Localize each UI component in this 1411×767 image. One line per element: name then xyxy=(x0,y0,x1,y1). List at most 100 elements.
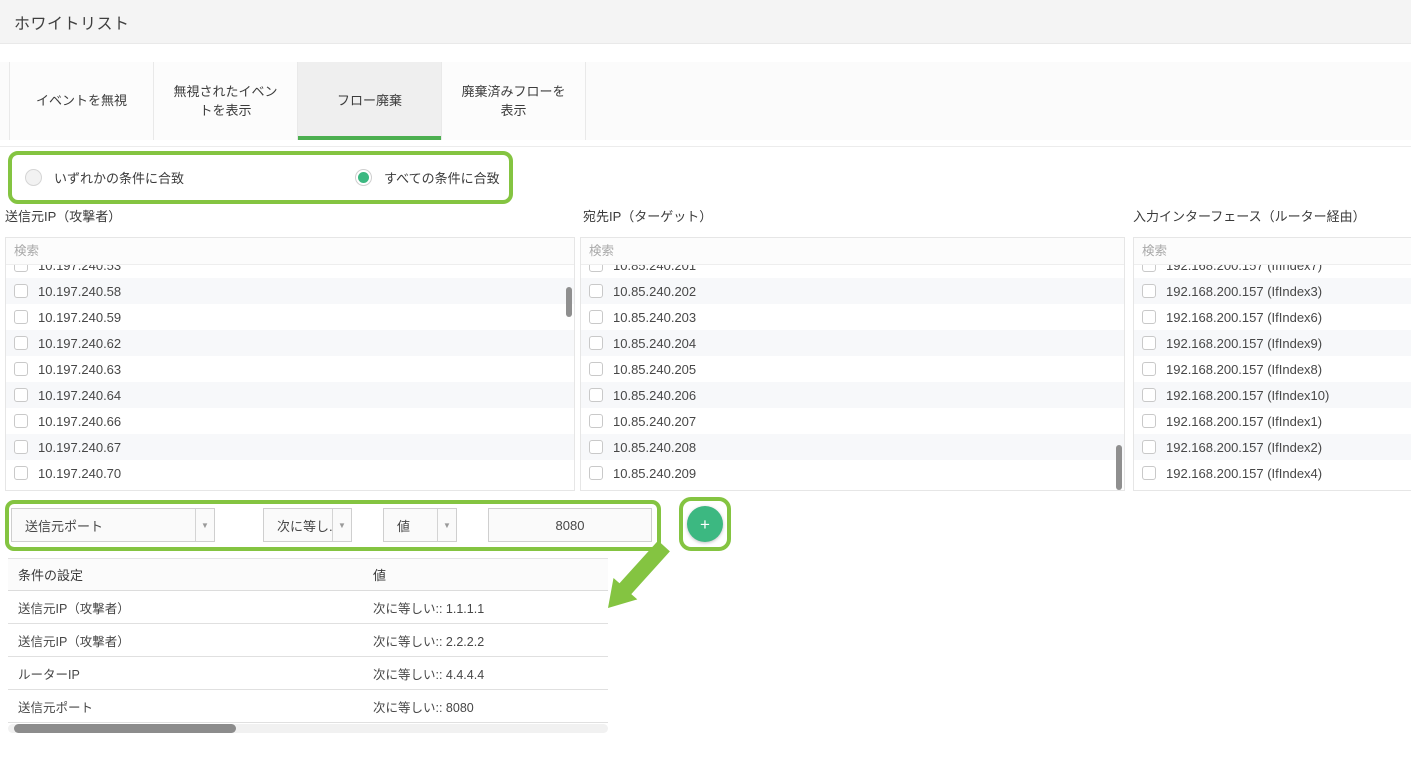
tab-show-ignored-events[interactable]: 無視されたイベントを表示 xyxy=(154,62,298,140)
select-caret-box[interactable]: ▼ xyxy=(437,509,456,541)
search-row xyxy=(1134,238,1411,265)
condition-field-select[interactable]: 送信元ポート ▼ xyxy=(11,508,215,542)
radio-match-any[interactable]: いずれかの条件に合致 xyxy=(25,168,184,187)
search-row xyxy=(6,238,574,265)
checkbox[interactable] xyxy=(14,466,28,480)
checkbox[interactable] xyxy=(589,362,603,376)
checkbox[interactable] xyxy=(589,310,603,324)
list-item[interactable]: 10.85.240.202 xyxy=(581,278,1124,304)
checkbox[interactable] xyxy=(589,336,603,350)
search-input[interactable] xyxy=(581,238,1124,264)
list-item[interactable]: 10.85.240.207 xyxy=(581,408,1124,434)
list-viewport[interactable]: 10.197.240.5310.197.240.5810.197.240.591… xyxy=(6,265,574,490)
plus-icon: + xyxy=(700,516,710,533)
table-row: 送信元IP（攻撃者）次に等しい:: 1.1.1.1 xyxy=(8,591,608,624)
list-item[interactable]: 10.85.240.205 xyxy=(581,356,1124,382)
list-item[interactable]: 10.85.240.204 xyxy=(581,330,1124,356)
list-item[interactable]: 10.197.240.67 xyxy=(6,434,574,460)
select-caret-box[interactable]: ▼ xyxy=(332,509,351,541)
condition-value-input[interactable] xyxy=(488,508,652,542)
checkbox[interactable] xyxy=(1142,362,1156,376)
table-row: 送信元ポート次に等しい:: 8080 xyxy=(8,690,608,723)
tab-ignore-event[interactable]: イベントを無視 xyxy=(10,62,154,140)
checkbox[interactable] xyxy=(589,466,603,480)
tab-show-discarded-flows[interactable]: 廃棄済みフローを表示 xyxy=(442,62,586,140)
chevron-down-icon: ▼ xyxy=(338,521,346,530)
list-item[interactable]: 10.197.240.58 xyxy=(6,278,574,304)
list-viewport[interactable]: 10.85.240.20110.85.240.20210.85.240.203 1… xyxy=(581,265,1124,490)
checkbox[interactable] xyxy=(1142,310,1156,324)
list-item-label: 10.197.240.70 xyxy=(38,466,121,481)
list-item[interactable]: 192.168.200.157 (IfIndex3) xyxy=(1134,278,1411,304)
list-item[interactable]: 192.168.200.157 (IfIndex1) xyxy=(1134,408,1411,434)
checkbox[interactable] xyxy=(1142,388,1156,402)
header-criteria: 条件の設定 xyxy=(8,565,373,584)
row-criteria: ルーターIP xyxy=(8,664,373,683)
list-item[interactable]: 10.197.240.53 xyxy=(6,265,574,278)
list-item[interactable]: 10.85.240.203 xyxy=(581,304,1124,330)
list-item[interactable]: 10.85.240.206 xyxy=(581,382,1124,408)
table-row: 送信元IP（攻撃者）次に等しい:: 2.2.2.2 xyxy=(8,624,608,657)
add-condition-button[interactable]: + xyxy=(687,506,723,542)
search-input[interactable] xyxy=(1134,238,1411,264)
checkbox[interactable] xyxy=(14,284,28,298)
list-item-label: 10.197.240.58 xyxy=(38,284,121,299)
checkbox[interactable] xyxy=(14,440,28,454)
list-item[interactable]: 10.197.240.63 xyxy=(6,356,574,382)
tab-flow-discard[interactable]: フロー廃棄 xyxy=(298,62,442,140)
whitelist-page: ホワイトリスト イベントを無視 無視されたイベントを表示 フロー廃棄 廃棄済みフ… xyxy=(0,0,1411,767)
condition-type-value: 値 xyxy=(384,516,437,535)
horizontal-scrollbar-thumb[interactable] xyxy=(14,724,236,733)
checkbox[interactable] xyxy=(1142,265,1156,272)
checkbox[interactable] xyxy=(1142,414,1156,428)
checkbox[interactable] xyxy=(589,388,603,402)
select-caret-box[interactable]: ▼ xyxy=(195,509,214,541)
list-item[interactable]: 192.168.200.157 (IfIndex6) xyxy=(1134,304,1411,330)
list-item[interactable]: 10.85.240.208 xyxy=(581,434,1124,460)
checkbox[interactable] xyxy=(589,284,603,298)
condition-operator-select[interactable]: 次に等し... ▼ xyxy=(263,508,352,542)
condition-type-select[interactable]: 値 ▼ xyxy=(383,508,457,542)
checkbox[interactable] xyxy=(14,414,28,428)
checkbox[interactable] xyxy=(1142,284,1156,298)
list-item[interactable]: 192.168.200.157 (IfIndex8) xyxy=(1134,356,1411,382)
checkbox[interactable] xyxy=(589,414,603,428)
checkbox[interactable] xyxy=(14,310,28,324)
list-item[interactable]: 10.197.240.62 xyxy=(6,330,574,356)
list-viewport[interactable]: 192.168.200.157 (IfIndex7)192.168.200.15… xyxy=(1134,265,1411,490)
list-item[interactable]: 192.168.200.157 (IfIndex10) xyxy=(1134,382,1411,408)
horizontal-scrollbar-track[interactable] xyxy=(8,724,608,733)
checkbox[interactable] xyxy=(14,265,28,272)
list-item[interactable]: 10.197.240.64 xyxy=(6,382,574,408)
list-item[interactable]: 192.168.200.157 (IfIndex9) xyxy=(1134,330,1411,356)
checkbox[interactable] xyxy=(589,265,603,272)
row-value: 次に等しい:: 8080 xyxy=(373,697,608,716)
list-item[interactable]: 192.168.200.157 (IfIndex2) xyxy=(1134,434,1411,460)
radio-match-any-label: いずれかの条件に合致 xyxy=(54,168,184,187)
list-item[interactable]: 10.197.240.70 xyxy=(6,460,574,486)
list-item[interactable]: 10.197.240.59 xyxy=(6,304,574,330)
conditions-table: 条件の設定 値 送信元IP（攻撃者）次に等しい:: 1.1.1.1送信元IP（攻… xyxy=(8,558,608,733)
list-item[interactable]: 192.168.200.157 (IfIndex4) xyxy=(1134,460,1411,486)
radio-circle-checked-icon[interactable] xyxy=(355,169,372,186)
list-item[interactable]: 10.197.240.66 xyxy=(6,408,574,434)
list-item[interactable]: 192.168.200.157 (IfIndex7) xyxy=(1134,265,1411,278)
checkbox[interactable] xyxy=(14,362,28,376)
conditions-table-header: 条件の設定 値 xyxy=(8,558,608,591)
search-input[interactable] xyxy=(6,238,574,264)
tab-label: 廃棄済みフローを表示 xyxy=(456,82,571,121)
checkbox[interactable] xyxy=(14,336,28,350)
radio-match-all[interactable]: すべての条件に合致 xyxy=(355,168,500,187)
condition-field-value: 送信元ポート xyxy=(12,516,195,535)
checkbox[interactable] xyxy=(1142,466,1156,480)
checkbox[interactable] xyxy=(1142,440,1156,454)
checkbox[interactable] xyxy=(14,388,28,402)
list-item[interactable]: 10.85.240.201 xyxy=(581,265,1124,278)
list-item[interactable]: 10.85.240.209 xyxy=(581,460,1124,486)
checkbox[interactable] xyxy=(1142,336,1156,350)
vertical-scrollbar-thumb[interactable] xyxy=(566,287,572,317)
list-item-label: 10.85.240.204 xyxy=(613,336,696,351)
vertical-scrollbar-thumb[interactable] xyxy=(1116,445,1122,490)
checkbox[interactable] xyxy=(589,440,603,454)
radio-circle-icon[interactable] xyxy=(25,169,42,186)
